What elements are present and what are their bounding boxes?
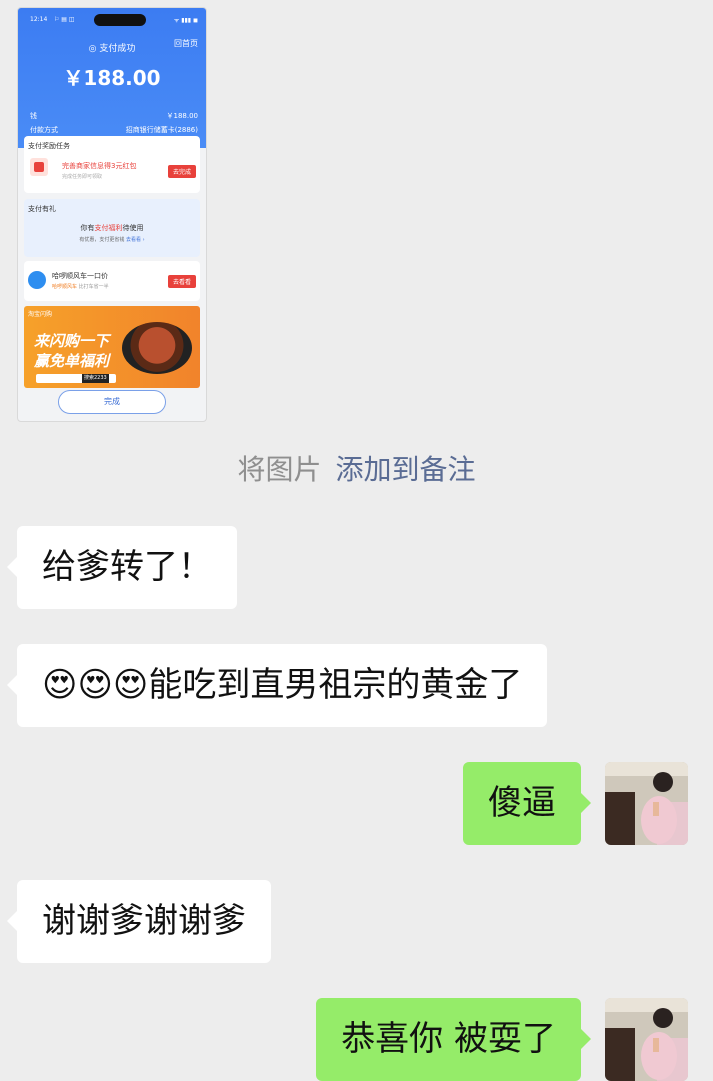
task-section-title: 支付奖励任务 — [28, 142, 70, 150]
done-button: 完成 — [58, 390, 166, 414]
red-envelope-icon — [30, 158, 48, 176]
image-message[interactable]: 12:14 ⚐ ▤ ◫ ᯤ ▮▮▮ ◼ ◎ 支付成功 回首页 ￥188.00 钱… — [17, 7, 207, 422]
person-photo-icon — [605, 762, 688, 845]
system-tip-text: 将图片 — [237, 453, 322, 486]
status-time: 12:14 — [30, 16, 48, 23]
rideshare-promo-panel: 哈啰顺风车一口价 哈啰顺风车 比打车省一半 去看看 — [24, 261, 200, 301]
hotpot-image — [122, 322, 192, 374]
banner-code: 搜索2233 — [82, 374, 109, 383]
message-bubble-outgoing[interactable]: 傻逼 — [463, 762, 591, 845]
payment-method-row: 付款方式 招商银行储蓄卡(2886) — [30, 126, 198, 134]
banner-search-box: 搜索2233 — [36, 374, 116, 383]
message-bubble-incoming[interactable]: 😍😍😍能吃到直男祖宗的黄金了 — [6, 644, 548, 727]
task-complete-button: 去完成 — [167, 165, 196, 178]
camera-pill-icon — [94, 14, 146, 26]
check-circle-icon: ◎ — [88, 44, 97, 54]
gift-line: 你有支付福利待使用 — [80, 224, 144, 232]
add-to-remark-link[interactable]: 添加到备注 — [336, 453, 476, 486]
signal-battery-icon: ᯤ ▮▮▮ ◼ — [173, 17, 198, 24]
hellobike-logo-icon — [28, 271, 46, 289]
status-bar: 12:14 ⚐ ▤ ◫ ᯤ ▮▮▮ ◼ — [26, 14, 198, 26]
avatar[interactable] — [605, 998, 688, 1081]
person-photo-icon — [605, 998, 688, 1081]
promo-sub: 哈啰顺风车 比打车省一半 — [52, 284, 109, 290]
message-bubble-outgoing[interactable]: 恭喜你 被耍了 — [316, 998, 591, 1081]
payment-amount: ￥188.00 — [63, 66, 161, 90]
task-title: 完善商家信息得3元红包 — [62, 162, 137, 170]
banner-tag: 淘宝闪购 — [28, 311, 53, 318]
banner-line-1: 来闪购一下 — [34, 332, 110, 350]
system-tip: 将图片 添加到备注 — [0, 448, 713, 488]
gift-section-title: 支付有礼 — [28, 205, 56, 213]
message-bubble-incoming[interactable]: 谢谢爹谢谢爹 — [7, 880, 271, 963]
status-icons: ⚐ ▤ ◫ — [54, 16, 75, 23]
item-row: 钱 ￥188.00 — [30, 112, 198, 120]
message-bubble-incoming[interactable]: 给爹转了！ — [7, 526, 237, 609]
payment-gift-panel: 支付有礼 你有支付福利待使用 有优惠，支付更省钱 去看看 › — [24, 199, 200, 257]
reward-task-panel: 支付奖励任务 完善商家信息得3元红包 完成任务即可领取 去完成 — [24, 136, 200, 193]
task-subtitle: 完成任务即可领取 — [62, 174, 103, 180]
promo-button: 去看看 — [167, 275, 196, 288]
promo-title: 哈啰顺风车一口价 — [52, 272, 108, 280]
flash-buy-banner: 淘宝闪购 来闪购一下 赢免单福利 搜索2233 — [24, 306, 200, 388]
avatar[interactable] — [605, 762, 688, 845]
back-home-link: 回首页 — [174, 39, 198, 48]
gift-sub: 有优惠，支付更省钱 去看看 › — [79, 237, 145, 243]
banner-line-2: 赢免单福利 — [34, 352, 110, 370]
